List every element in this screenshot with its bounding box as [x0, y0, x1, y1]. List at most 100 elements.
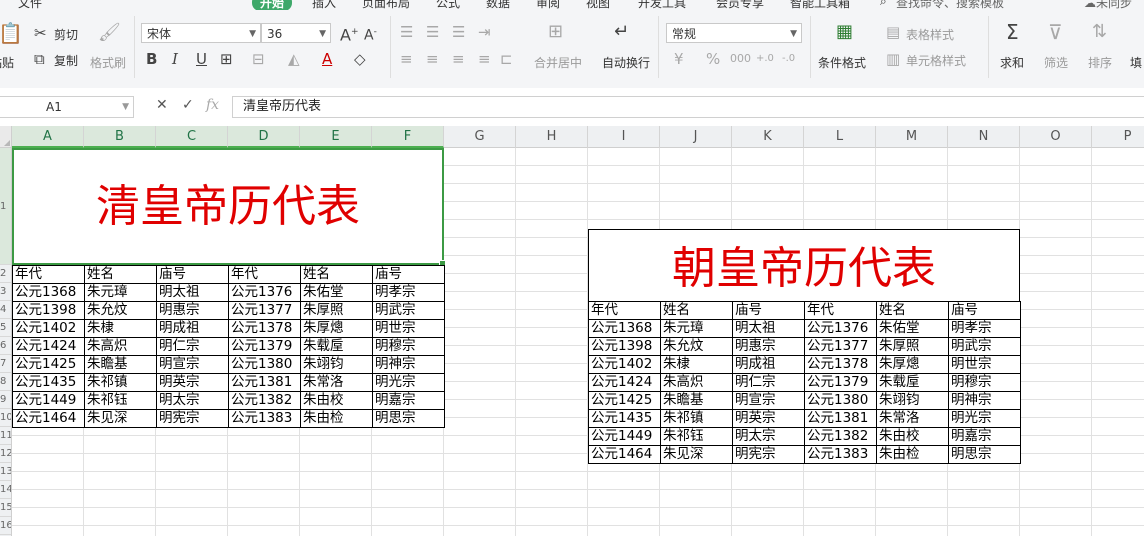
table-cell[interactable]: 朱棣: [660, 355, 733, 374]
table-cell[interactable]: 明宪宗: [732, 445, 805, 464]
column-header[interactable]: G: [444, 126, 516, 148]
wrap-text-button[interactable]: 自动换行: [602, 54, 650, 71]
paste-button[interactable]: 粘贴: [0, 54, 14, 71]
table-cell[interactable]: 朱佑堂: [300, 283, 373, 302]
table-cell[interactable]: 公元1380: [228, 355, 301, 374]
row-header[interactable]: 4: [0, 301, 11, 319]
cancel-icon[interactable]: ✕: [156, 97, 168, 113]
table-cell[interactable]: 公元1379: [228, 337, 301, 356]
align-center-icon[interactable]: ≡: [426, 50, 439, 68]
table-cell[interactable]: 公元1464: [12, 409, 85, 428]
menu-insert[interactable]: 插入: [312, 0, 336, 10]
filter-button[interactable]: 筛选: [1044, 54, 1068, 71]
fill-pattern-icon[interactable]: ⊟: [252, 50, 265, 68]
table-cell[interactable]: 朱祁镇: [660, 409, 733, 428]
sort-button[interactable]: 排序: [1088, 54, 1112, 71]
table-cell[interactable]: 公元1378: [804, 355, 877, 374]
column-header[interactable]: C: [156, 126, 228, 148]
cell-area[interactable]: 清皇帝历代表 年代 姓名 庙号 年代 姓名 庙号 公元1368 朱元璋 明太祖 公元1376 朱佑堂…: [12, 148, 1144, 536]
menu-member[interactable]: 会员专享: [716, 0, 764, 10]
merged-title-cell-2[interactable]: 朝皇帝历代表: [588, 229, 1020, 301]
column-header[interactable]: B: [84, 126, 156, 148]
column-header[interactable]: A: [12, 126, 84, 148]
table-cell[interactable]: 明穆宗: [372, 337, 445, 356]
table-cell[interactable]: 明宣宗: [732, 391, 805, 410]
table-cell[interactable]: 朱翊钧: [300, 355, 373, 374]
menu-review[interactable]: 审阅: [536, 0, 560, 10]
table-cell[interactable]: 明惠宗: [156, 301, 229, 320]
fill-button[interactable]: 填: [1130, 54, 1142, 71]
table-cell[interactable]: 朱允炆: [660, 337, 733, 356]
grow-font-icon[interactable]: A+: [340, 23, 359, 44]
filter-icon[interactable]: ⊽: [1048, 22, 1063, 42]
table-cell[interactable]: 明太宗: [156, 391, 229, 410]
table-cell[interactable]: 明光宗: [948, 409, 1021, 428]
table-cell[interactable]: 公元1402: [12, 319, 85, 338]
table-cell[interactable]: 年代: [12, 265, 85, 284]
table-cell[interactable]: 朱瞻基: [84, 355, 157, 374]
table-cell[interactable]: 朱由检: [876, 445, 949, 464]
table-cell[interactable]: 公元1435: [12, 373, 85, 392]
currency-icon[interactable]: ¥: [674, 50, 684, 68]
fill-color-icon[interactable]: ◭: [288, 50, 300, 68]
wrap-text-icon[interactable]: ↵: [614, 23, 629, 41]
justify-icon[interactable]: ≡: [478, 50, 491, 68]
table-cell[interactable]: 姓名: [84, 265, 157, 284]
row-header[interactable]: 15: [0, 499, 11, 517]
table-cell[interactable]: 朱见深: [84, 409, 157, 428]
table-cell[interactable]: 朱常洛: [876, 409, 949, 428]
table-cell[interactable]: 公元1381: [228, 373, 301, 392]
cell-style-icon[interactable]: ▥: [886, 50, 900, 68]
scissors-icon[interactable]: ✂: [34, 24, 47, 42]
table-cell[interactable]: 公元1425: [588, 391, 661, 410]
table-cell[interactable]: 明成祖: [732, 355, 805, 374]
table-cell[interactable]: 朱厚照: [300, 301, 373, 320]
table-cell[interactable]: 明神宗: [372, 355, 445, 374]
column-header[interactable]: N: [948, 126, 1020, 148]
table-cell[interactable]: 朱祁钰: [84, 391, 157, 410]
confirm-icon[interactable]: ✓: [182, 97, 194, 113]
align-bottom-icon[interactable]: ☰: [452, 23, 465, 41]
format-painter-button[interactable]: 格式刷: [90, 54, 126, 71]
copy-button[interactable]: 复制: [54, 52, 78, 69]
table-cell[interactable]: 公元1425: [12, 355, 85, 374]
row-header[interactable]: 3: [0, 283, 11, 301]
table-cell[interactable]: 公元1424: [12, 337, 85, 356]
table-cell[interactable]: 公元1381: [804, 409, 877, 428]
font-size-select[interactable]: 36 ▼: [261, 23, 331, 43]
table-cell[interactable]: 明世宗: [948, 355, 1021, 374]
table-cell[interactable]: 明英宗: [732, 409, 805, 428]
table-cell[interactable]: 明孝宗: [372, 283, 445, 302]
table-cell[interactable]: 公元1449: [12, 391, 85, 410]
bold-icon[interactable]: B: [146, 50, 157, 68]
align-middle-icon[interactable]: ☰: [426, 23, 439, 41]
table-style-button[interactable]: 表格样式: [906, 26, 954, 43]
row-header[interactable]: 12: [0, 445, 11, 463]
menu-page-layout[interactable]: 页面布局: [362, 0, 410, 10]
align-left-icon[interactable]: ≡: [400, 50, 413, 68]
paste-icon[interactable]: 📋: [0, 23, 23, 43]
merge-center-button[interactable]: 合并居中: [534, 54, 582, 71]
table-cell[interactable]: 公元1377: [228, 301, 301, 320]
menu-file[interactable]: 文件: [18, 0, 42, 10]
name-box[interactable]: A1 ▼: [0, 96, 134, 118]
table-cell[interactable]: 公元1377: [804, 337, 877, 356]
row-header[interactable]: 6: [0, 337, 11, 355]
table-cell[interactable]: 公元1376: [804, 319, 877, 338]
row-header[interactable]: 2: [0, 265, 11, 283]
table-cell[interactable]: 公元1368: [12, 283, 85, 302]
table-cell[interactable]: 年代: [804, 301, 877, 320]
table-cell[interactable]: 朱棣: [84, 319, 157, 338]
table-cell[interactable]: 庙号: [948, 301, 1021, 320]
borders-icon[interactable]: ⊞: [220, 50, 233, 68]
table-cell[interactable]: 朱元璋: [84, 283, 157, 302]
column-header[interactable]: K: [732, 126, 804, 148]
row-header[interactable]: 11: [0, 427, 11, 445]
number-format-select[interactable]: 常规 ▼: [666, 23, 802, 43]
table-cell[interactable]: 庙号: [372, 265, 445, 284]
row-header[interactable]: 9: [0, 391, 11, 409]
menu-developer[interactable]: 开发工具: [638, 0, 686, 10]
table-style-icon[interactable]: ▤: [886, 23, 900, 41]
menu-data[interactable]: 数据: [486, 0, 510, 10]
table-cell[interactable]: 公元1380: [804, 391, 877, 410]
